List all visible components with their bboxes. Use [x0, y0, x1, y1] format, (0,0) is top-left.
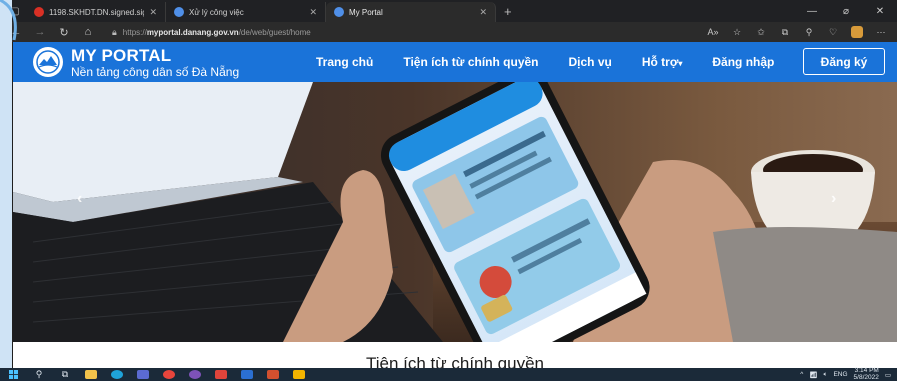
tab-my-portal[interactable]: My Portal ✕	[326, 2, 496, 22]
close-icon[interactable]: ✕	[149, 7, 157, 18]
portal-favicon-icon	[174, 7, 184, 17]
more-icon[interactable]: ⋯	[871, 24, 891, 40]
chevron-down-icon: ▾	[678, 59, 683, 68]
address-bar[interactable]: 🔒︎ https://myportal.danang.gov.vn/de/web…	[112, 24, 672, 40]
menu-item-support[interactable]: Hỗ trợ▾	[642, 55, 683, 69]
taskbar: ⚲ ⧉ ^ 📶︎ 🔈︎ ENG 3:14 PM 5/8/2022 ▭	[0, 367, 897, 381]
task-view-icon[interactable]: ⧉	[56, 369, 74, 380]
language-indicator[interactable]: ENG	[833, 371, 847, 378]
windows-start-icon[interactable]	[4, 369, 22, 380]
teams-icon[interactable]	[134, 369, 152, 380]
portal-favicon-icon	[334, 7, 344, 17]
refresh-icon[interactable]: ↻	[54, 23, 74, 41]
screen-edge-accent	[0, 0, 17, 381]
lock-icon[interactable]: 🔒︎	[112, 27, 117, 38]
system-tray: ^ 📶︎ 🔈︎ ENG 3:14 PM 5/8/2022 ▭	[800, 367, 891, 381]
section-title: Tiện ích từ chính quyền	[365, 354, 545, 369]
menu-item-services[interactable]: Dịch vụ	[569, 55, 612, 69]
extensions-icon[interactable]: ⚲	[799, 24, 819, 40]
plus-icon[interactable]: +	[496, 2, 520, 22]
menu-item-login[interactable]: Đăng nhập	[712, 55, 774, 69]
hero-banner: ‹ ›	[13, 82, 897, 342]
main-menu: Trang chủ Tiện ích từ chính quyền Dịch v…	[316, 42, 804, 82]
carousel-next-icon[interactable]: ›	[831, 190, 836, 208]
menu-item-support-label: Hỗ trợ	[641, 55, 679, 69]
browser-toolbar: A» ☆ ✩ ⧉ ⚲ ♡ ⋯	[703, 24, 891, 40]
clock-date: 5/8/2022	[853, 373, 879, 381]
chrome-icon[interactable]	[160, 369, 178, 380]
browser-essentials-icon[interactable]: ♡	[823, 24, 843, 40]
carousel-prev-icon[interactable]: ‹	[77, 190, 82, 208]
menu-item-gov-services[interactable]: Tiện ích từ chính quyền	[403, 55, 538, 69]
brand-subtitle: Nền tảng công dân số Đà Nẵng	[71, 64, 240, 79]
notifications-icon[interactable]: ▭	[885, 371, 891, 379]
services-section: Tiện ích từ chính quyền	[13, 342, 897, 369]
tab-title: Xử lý công việc	[189, 7, 244, 17]
zalo-icon[interactable]	[290, 369, 308, 380]
favorites-icon[interactable]: ✩	[751, 24, 771, 40]
read-aloud-icon[interactable]: A»	[703, 24, 723, 40]
edge-icon[interactable]	[108, 369, 126, 380]
tab-xu-ly-cong-viec[interactable]: Xử lý công việc ✕	[166, 2, 326, 22]
url-text: https://myportal.danang.gov.vn/de/web/gu…	[122, 27, 311, 37]
my-portal-logo-icon[interactable]	[33, 47, 63, 77]
tab-title: My Portal	[349, 7, 383, 17]
tab-strip: ▢ 1198.SKHDT.DN.signed.signed.si ✕ Xử lý…	[0, 0, 897, 22]
brand-title: MY PORTAL	[71, 45, 172, 65]
tab-title: 1198.SKHDT.DN.signed.signed.si	[49, 7, 144, 17]
close-icon[interactable]: ✕	[309, 7, 317, 18]
home-icon[interactable]: ⌂	[78, 23, 98, 41]
browser-window: ▢ 1198.SKHDT.DN.signed.signed.si ✕ Xử lý…	[0, 0, 897, 381]
pdf-favicon-icon	[34, 7, 44, 17]
hero-image	[13, 82, 897, 342]
navigation-bar: ← → ↻ ⌂ 🔒︎ https://myportal.danang.gov.v…	[0, 22, 897, 42]
profile-icon[interactable]	[847, 24, 867, 40]
file-explorer-icon[interactable]	[82, 369, 100, 380]
close-icon[interactable]: ✕	[479, 7, 487, 18]
clock[interactable]: 3:14 PM 5/8/2022	[853, 367, 879, 381]
foxit-icon[interactable]	[212, 369, 230, 380]
chevron-up-icon[interactable]: ^	[800, 371, 803, 378]
favorite-add-icon[interactable]: ☆	[727, 24, 747, 40]
viber-icon[interactable]	[186, 369, 204, 380]
register-button[interactable]: Đăng ký	[803, 48, 885, 75]
brand[interactable]: MY PORTAL Nền tảng công dân số Đà Nẵng	[71, 47, 239, 78]
powerpoint-icon[interactable]	[264, 369, 282, 380]
volume-icon[interactable]: 🔈︎	[824, 371, 828, 379]
word-icon[interactable]	[238, 369, 256, 380]
search-icon[interactable]: ⚲	[30, 369, 48, 380]
tab-pdf[interactable]: 1198.SKHDT.DN.signed.signed.si ✕	[26, 2, 166, 22]
menu-item-home[interactable]: Trang chủ	[316, 55, 373, 69]
minimize-icon[interactable]: —	[795, 0, 829, 22]
close-icon[interactable]: ✕	[863, 0, 897, 22]
pin-icon[interactable]: ⌀	[829, 0, 863, 22]
site-header: MY PORTAL Nền tảng công dân số Đà Nẵng T…	[13, 42, 897, 82]
collections-icon[interactable]: ⧉	[775, 24, 795, 40]
forward-icon[interactable]: →	[30, 23, 50, 41]
window-controls: — ⌀ ✕	[795, 0, 897, 22]
network-icon[interactable]: 📶︎	[809, 371, 817, 379]
